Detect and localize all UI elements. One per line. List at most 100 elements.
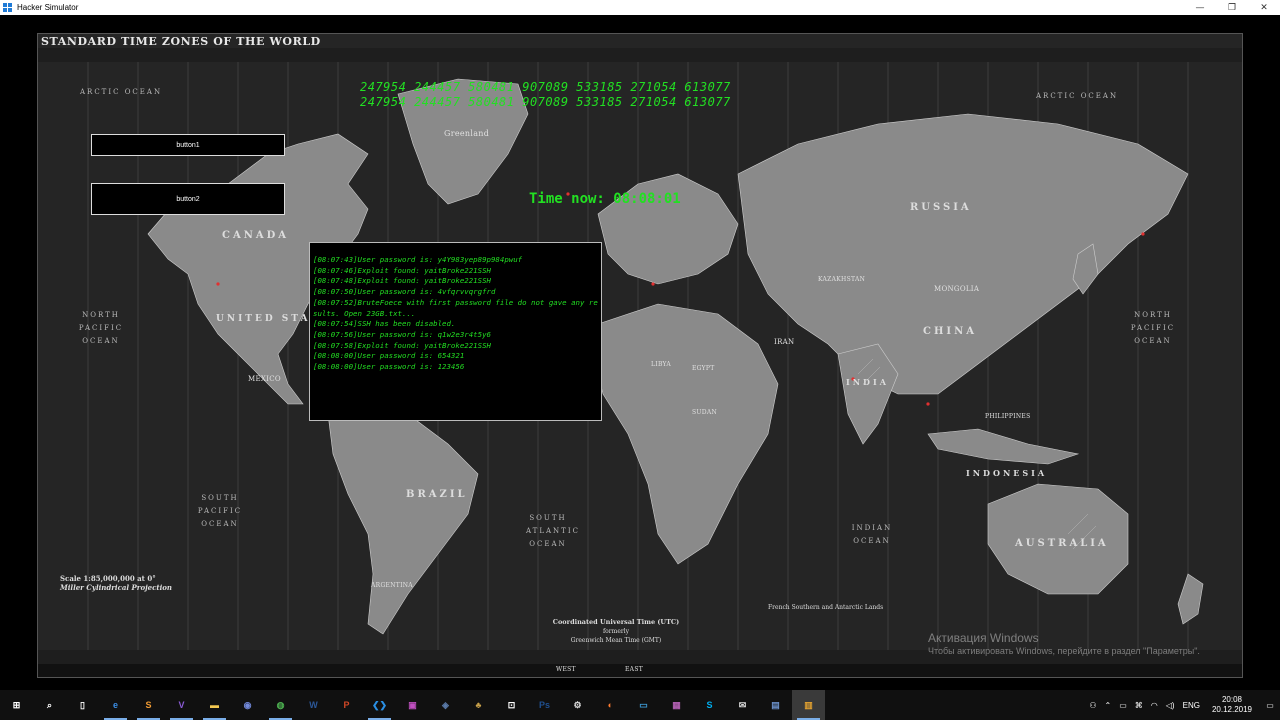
window-titlebar: Hacker Simulator — ❐ ✕ xyxy=(0,0,1280,15)
label-brazil: BRAZIL xyxy=(406,489,468,500)
taskbar-apps: ⊞ ⌕ ▯ e S V ▬ ◉ ◍ W P ❮❯ ▣ ◈ ♣ ⊡ Ps ⚙ ◐ ▭ ▦ S ✉ ▤ ▥ xyxy=(0,690,825,720)
label-canada: CANADA xyxy=(222,230,290,241)
app-icon: ▭ xyxy=(639,699,648,710)
battery-icon[interactable]: ▭ xyxy=(1115,701,1131,710)
firefox-icon: ◐ xyxy=(607,700,614,710)
maximize-button[interactable]: ❐ xyxy=(1216,0,1248,15)
edge-button[interactable]: e xyxy=(99,690,132,720)
console-line: [08:07:56]User password is: q1w2e3r4t5y6 xyxy=(313,329,491,339)
sublime-button[interactable]: S xyxy=(132,690,165,720)
map-title: STANDARD TIME ZONES OF THE WORLD xyxy=(41,35,321,48)
app3-button[interactable]: ♣ xyxy=(462,690,495,720)
app-icon: ▣ xyxy=(408,699,417,710)
app-icon xyxy=(3,2,13,13)
people-icon[interactable]: ⚇ xyxy=(1085,701,1100,710)
visual-studio-button[interactable]: V xyxy=(165,690,198,720)
windows-activation-watermark: Активация Windows Чтобы активировать Win… xyxy=(928,631,1200,656)
discord-icon: ◉ xyxy=(243,699,252,710)
explorer-button[interactable]: ▬ xyxy=(198,690,231,720)
word-icon: W xyxy=(309,700,318,710)
console-line: [08:07:48]Exploit found: yaitBroke221SSH xyxy=(313,276,491,286)
label-australia: AUSTRALIA xyxy=(1015,538,1109,549)
powerpoint-icon: P xyxy=(343,700,350,710)
app2-button[interactable]: ◈ xyxy=(429,690,462,720)
digits-row-1: 247954 244457 580481 907089 533185 27105… xyxy=(360,80,731,94)
settings-button[interactable]: ⚙ xyxy=(561,690,594,720)
taskbar-clock[interactable]: 20:08 20.12.2019 xyxy=(1204,695,1260,715)
skype-button[interactable]: S xyxy=(693,690,726,720)
taskbar: ⊞ ⌕ ▯ e S V ▬ ◉ ◍ W P ❮❯ ▣ ◈ ♣ ⊡ Ps ⚙ ◐ ▭ ▦ S ✉ ▤ ▥ ⚇ ⌃ ▭ ⌘ ◠ ◁)… xyxy=(0,690,1280,720)
label-mexico: MEXICO xyxy=(248,375,281,383)
folder-icon: ▬ xyxy=(210,700,219,710)
utc-gmt: Greenwich Mean Time (GMT) xyxy=(570,637,662,644)
network-icon[interactable]: ⌘ xyxy=(1131,701,1147,710)
edge-icon: e xyxy=(112,700,118,710)
system-tray: ⚇ ⌃ ▭ ⌘ ◠ ◁) ENG 20:08 20.12.2019 ▭ xyxy=(1085,690,1280,720)
app-icon: ▦ xyxy=(672,699,681,710)
scale-text: Scale 1:85,000,000 at 0° xyxy=(60,574,156,583)
photoshop-button[interactable]: Ps xyxy=(528,690,561,720)
label-mongolia: MONGOLIA xyxy=(934,285,980,293)
task-view-icon: ▯ xyxy=(80,699,85,710)
gear-icon: ⚙ xyxy=(573,699,582,710)
firefox-button[interactable]: ◐ xyxy=(594,690,627,720)
mail-icon: ✉ xyxy=(738,699,747,710)
app5-button[interactable]: ▦ xyxy=(660,690,693,720)
discord-button[interactable]: ◉ xyxy=(231,690,264,720)
digits-row-2: 247954 244457 580481 907089 533185 27105… xyxy=(360,95,731,109)
activation-title: Активация Windows xyxy=(928,631,1039,645)
projection-text: Miller Cylindrical Projection xyxy=(60,583,173,592)
skype-icon: S xyxy=(706,700,713,710)
app-icon: ▥ xyxy=(804,699,813,710)
language-indicator[interactable]: ENG xyxy=(1179,701,1204,710)
utc-heading: Coordinated Universal Time (UTC) xyxy=(552,618,680,626)
sublime-icon: S xyxy=(145,700,152,710)
label-egypt: EGYPT xyxy=(692,365,715,372)
clock-time: 20:08 xyxy=(1221,695,1242,704)
label-arctic-ocean-right: ARCTIC OCEAN xyxy=(1036,92,1119,100)
app-client-area: STANDARD TIME ZONES OF THE WORLD RUSSIA … xyxy=(0,15,1280,690)
console-line: [08:08:00]User password is: 123456 xyxy=(313,362,465,372)
label-china: CHINA xyxy=(923,326,977,337)
vscode-button[interactable]: ❮❯ xyxy=(363,690,396,720)
volume-icon[interactable]: ◁) xyxy=(1162,701,1179,710)
activation-hint: Чтобы активировать Windows, перейдите в … xyxy=(928,646,1200,656)
map-graphic xyxy=(38,48,1242,677)
chrome-icon: ◍ xyxy=(276,699,285,710)
clock-date: 20.12.2019 xyxy=(1211,705,1252,714)
label-sudan: SUDAN xyxy=(692,409,718,416)
label-argentina: ARGENTINA xyxy=(371,582,413,589)
photoshop-icon: Ps xyxy=(538,700,550,710)
window-title: Hacker Simulator xyxy=(17,3,79,12)
wifi-icon[interactable]: ◠ xyxy=(1147,701,1162,710)
chrome-button[interactable]: ◍ xyxy=(264,690,297,720)
close-button[interactable]: ✕ xyxy=(1248,0,1280,15)
utc-formerly: formerly xyxy=(602,628,630,635)
label-kazakhstan: KAZAKHSTAN xyxy=(818,276,866,283)
label-south-atlantic: SOUTH ATLANTIC OCEAN xyxy=(526,514,580,548)
window-controls: — ❐ ✕ xyxy=(1184,0,1280,15)
button2[interactable]: button2 xyxy=(91,183,285,215)
button1[interactable]: button1 xyxy=(91,134,285,156)
console-line: [08:08:00]User password is: 654321 xyxy=(313,351,465,361)
mail-button[interactable]: ✉ xyxy=(726,690,759,720)
app6-button[interactable]: ▤ xyxy=(759,690,792,720)
chevron-up-icon[interactable]: ⌃ xyxy=(1101,701,1116,710)
minimize-button[interactable]: — xyxy=(1184,0,1216,15)
utc-legend: Coordinated Universal Time (UTC) formerl… xyxy=(546,618,686,645)
search-button[interactable]: ⌕ xyxy=(33,690,66,720)
task-view-button[interactable]: ▯ xyxy=(66,690,99,720)
label-arctic-ocean-left: ARCTIC OCEAN xyxy=(80,88,163,96)
label-india: INDIA xyxy=(846,377,889,387)
powerpoint-button[interactable]: P xyxy=(330,690,363,720)
label-greenland: Greenland xyxy=(444,129,490,138)
notification-center-icon[interactable]: ▭ xyxy=(1260,701,1280,710)
label-south-pacific: SOUTH PACIFIC OCEAN xyxy=(197,494,243,528)
hacker-simulator-button[interactable]: ▥ xyxy=(792,690,825,720)
world-map: STANDARD TIME ZONES OF THE WORLD RUSSIA … xyxy=(37,33,1243,678)
app1-button[interactable]: ▣ xyxy=(396,690,429,720)
store-button[interactable]: ⊡ xyxy=(495,690,528,720)
app4-button[interactable]: ▭ xyxy=(627,690,660,720)
word-button[interactable]: W xyxy=(297,690,330,720)
start-button[interactable]: ⊞ xyxy=(0,690,33,720)
